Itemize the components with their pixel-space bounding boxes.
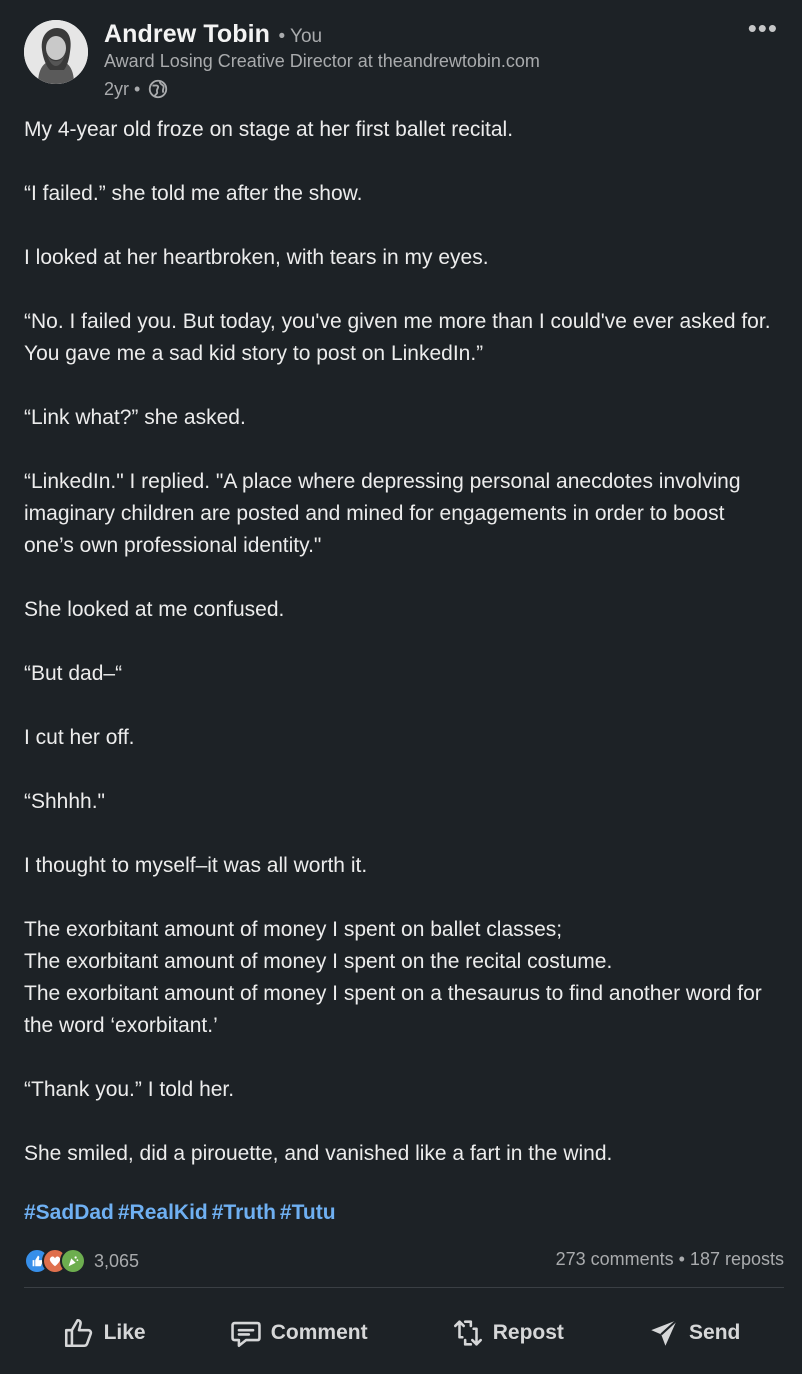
post-paragraph: “LinkedIn." I replied. "A place where de… — [24, 466, 774, 562]
send-icon — [651, 1319, 678, 1346]
author-name[interactable]: Andrew Tobin — [104, 20, 270, 48]
post-paragraph: I looked at her heartbroken, with tears … — [24, 242, 774, 274]
post-line: “LinkedIn." I replied. "A place where de… — [24, 470, 741, 557]
post-line: The exorbitant amount of money I spent o… — [24, 982, 762, 1037]
social-counts: 3,065 273 comments • 187 reposts — [24, 1246, 784, 1274]
post-paragraph: I cut her off. — [24, 722, 774, 754]
comment-label: Comment — [270, 1321, 368, 1344]
avatar-image — [24, 20, 88, 84]
hashtag-link[interactable]: #Tutu — [280, 1201, 336, 1224]
post-line: I thought to myself–it was all worth it. — [24, 854, 368, 877]
comment-button[interactable]: Comment — [213, 1300, 384, 1366]
post-paragraph: The exorbitant amount of money I spent o… — [24, 914, 774, 1042]
hashtag-link[interactable]: #Truth — [212, 1201, 276, 1224]
post-line: “Shhhh." — [24, 790, 106, 813]
post-line: I cut her off. — [24, 726, 135, 749]
post-meta: 2yr • — [104, 78, 169, 100]
action-bar: Like Comment Repost Send — [0, 1300, 802, 1366]
reactions-summary[interactable]: 3,065 — [24, 1248, 139, 1274]
post-line: “No. I failed you. But today, you've giv… — [24, 310, 771, 365]
post-line: She looked at me confused. — [24, 598, 285, 621]
author-headline: Award Losing Creative Director at theand… — [104, 51, 540, 71]
post-line: I looked at her heartbroken, with tears … — [24, 246, 489, 269]
post-header: Andrew Tobin • You Award Losing Creative… — [24, 15, 782, 108]
post-line: “Thank you.” I told her. — [24, 1078, 235, 1101]
post-paragraph: “Thank you.” I told her. — [24, 1074, 774, 1106]
post-paragraph: “Shhhh." — [24, 786, 774, 818]
like-button[interactable]: Like — [46, 1300, 162, 1366]
reaction-count[interactable]: 3,065 — [94, 1251, 139, 1272]
post-line: “But dad–“ — [24, 662, 123, 685]
post-paragraph: “But dad–“ — [24, 658, 774, 690]
more-options-icon[interactable]: ••• — [748, 15, 778, 41]
thumbs-up-icon — [64, 1318, 92, 1348]
post-paragraph: She smiled, did a pirouette, and vanishe… — [24, 1138, 774, 1170]
author-relation: • You — [278, 26, 323, 47]
repost-button[interactable]: Repost — [435, 1300, 580, 1366]
author-avatar[interactable] — [24, 20, 88, 84]
post-paragraph: “I failed.” she told me after the show. — [24, 178, 774, 210]
repost-icon — [453, 1320, 482, 1346]
send-button[interactable]: Send — [631, 1300, 756, 1366]
post-line: The exorbitant amount of money I spent o… — [24, 918, 563, 941]
hashtag-link[interactable]: #SadDad — [24, 1201, 114, 1224]
post-line: “I failed.” she told me after the show. — [24, 182, 363, 205]
post-line: She smiled, did a pirouette, and vanishe… — [24, 1142, 613, 1165]
post-paragraph: I thought to myself–it was all worth it. — [24, 850, 774, 882]
celebrate-icon — [60, 1248, 86, 1274]
divider — [24, 1287, 784, 1288]
hashtag-link[interactable]: #RealKid — [118, 1201, 208, 1224]
post-paragraph: “No. I failed you. But today, you've giv… — [24, 306, 774, 370]
send-label: Send — [689, 1321, 741, 1344]
repost-label: Repost — [492, 1321, 564, 1344]
post-body: My 4-year old froze on stage at her firs… — [24, 114, 774, 1202]
hashtags: #SadDad #RealKid #Truth #Tutu — [24, 1201, 340, 1225]
post-line: My 4-year old froze on stage at her firs… — [24, 118, 514, 141]
post-paragraph: My 4-year old froze on stage at her firs… — [24, 114, 774, 146]
post-paragraph: She looked at me confused. — [24, 594, 774, 626]
post-line: The exorbitant amount of money I spent o… — [24, 950, 613, 973]
post-time: 2yr • — [104, 78, 141, 99]
comments-reposts-count[interactable]: 273 comments • 187 reposts — [556, 1249, 784, 1270]
comment-icon — [231, 1321, 261, 1348]
like-label: Like — [103, 1321, 146, 1344]
post-paragraph: “Link what?” she asked. — [24, 402, 774, 434]
globe-icon — [147, 78, 169, 100]
post-line: “Link what?” she asked. — [24, 406, 246, 429]
